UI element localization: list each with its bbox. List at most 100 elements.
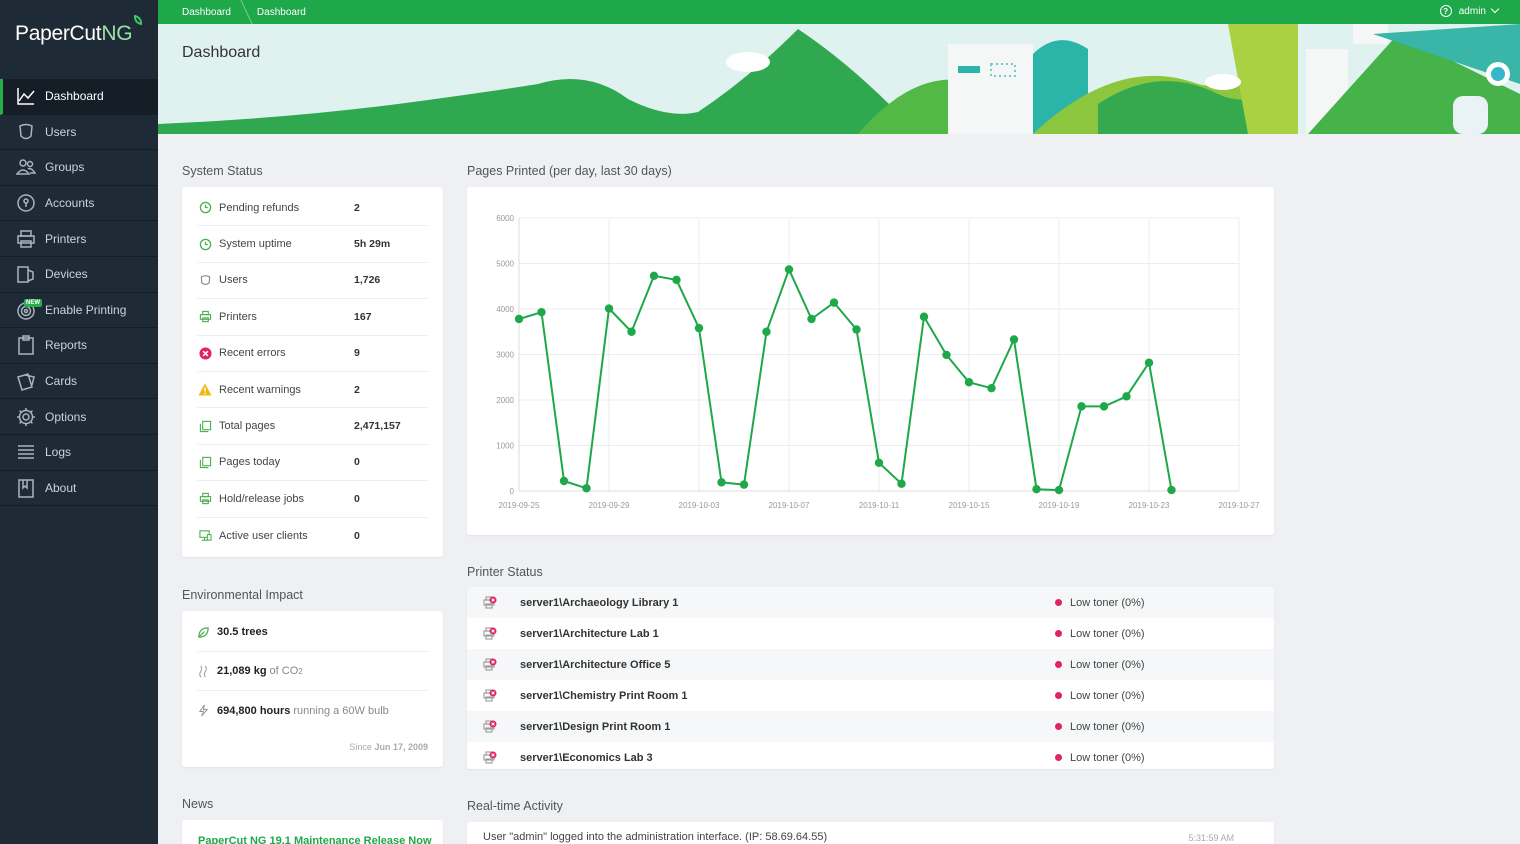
logo[interactable]: PaperCutNG: [0, 0, 158, 79]
sidebar-item-users[interactable]: Users: [0, 115, 158, 151]
printer-status-row[interactable]: server1\Archaeology Library 1 Low toner (…: [467, 587, 1274, 618]
sidebar-item-options[interactable]: Options: [0, 399, 158, 435]
printer-name[interactable]: server1\Design Print Room 1: [520, 721, 1055, 733]
data-point: [852, 325, 861, 334]
sidebar-item-accounts[interactable]: Accounts: [0, 186, 158, 222]
data-point: [807, 314, 816, 324]
x-tick-label: 2019-09-25: [499, 501, 540, 510]
status-row-active-clients: Active user clients 0: [197, 518, 428, 554]
printer-icon: [15, 228, 37, 250]
breadcrumb-item[interactable]: Dashboard: [182, 7, 239, 18]
clock-icon: [198, 237, 212, 251]
banner-illustration: [158, 24, 1520, 134]
printer-status-row[interactable]: server1\Architecture Office 5 Low toner (…: [467, 649, 1274, 680]
status-row-printers[interactable]: Printers 167: [197, 299, 428, 336]
y-tick-label: 6000: [496, 214, 514, 223]
printer-name[interactable]: server1\Architecture Office 5: [520, 659, 1055, 671]
data-point: [964, 378, 974, 387]
sidebar-item-groups[interactable]: Groups: [0, 150, 158, 186]
data-point: [1054, 485, 1064, 495]
status-value: 0: [354, 492, 360, 505]
sidebar-item-reports[interactable]: Reports: [0, 328, 158, 364]
status-value: 0: [354, 529, 360, 542]
sidebar-item-devices[interactable]: Devices: [0, 257, 158, 293]
top-bar: Dashboard Dashboard ? admin: [158, 0, 1520, 24]
printer-status-text: Low toner (0%): [1070, 596, 1145, 609]
since-date: Jun 17, 2009: [374, 742, 428, 752]
news-headline-link[interactable]: PaperCut NG 19.1 Maintenance Release Now: [182, 820, 443, 844]
gear-icon: [15, 406, 37, 428]
y-tick-label: 2000: [496, 396, 514, 405]
status-label: Total pages: [219, 420, 276, 433]
warning-icon: [198, 383, 212, 397]
status-row-pending-refunds[interactable]: Pending refunds 2: [197, 190, 428, 227]
status-label: Users: [219, 274, 248, 287]
printer-status-row[interactable]: server1\Design Print Room 1 Low toner (0%…: [467, 711, 1274, 742]
printer-error-icon: [483, 720, 497, 733]
y-tick-label: 0: [510, 487, 515, 496]
sidebar-item-label: Cards: [45, 374, 78, 389]
sidebar-item-printers[interactable]: Printers: [0, 221, 158, 257]
pages-printed-card: 0 1000 2000 3000 4000 5000 6000 2019-09-25 2019-…: [467, 187, 1274, 535]
printer-name[interactable]: server1\Architecture Lab 1: [520, 628, 1055, 640]
y-tick-label: 3000: [496, 351, 514, 360]
printer-status-row[interactable]: server1\Economics Lab 3 Low toner (0%): [467, 742, 1274, 769]
user-icon: [15, 121, 37, 143]
status-row-recent-warnings[interactable]: Recent warnings 2: [197, 372, 428, 409]
printer-name[interactable]: server1\Chemistry Print Room 1: [520, 690, 1055, 702]
breadcrumb: Dashboard Dashboard: [158, 0, 314, 24]
series-line: [518, 268, 1173, 492]
printer-status-text: Low toner (0%): [1070, 689, 1145, 702]
activity-message: User "admin" logged into the administrat…: [483, 831, 828, 843]
sidebar-item-label: Groups: [45, 160, 85, 175]
sidebar-item-label: Users: [45, 124, 77, 139]
printer-status-row[interactable]: server1\Chemistry Print Room 1 Low toner …: [467, 680, 1274, 711]
status-dot: [1055, 630, 1062, 637]
status-value: 2: [354, 383, 360, 396]
x-tick-label: 2019-10-07: [769, 501, 810, 510]
env-row-trees: 30.5 trees: [197, 613, 428, 652]
sidebar-item-logs[interactable]: Logs: [0, 435, 158, 471]
status-label: Recent warnings: [219, 383, 301, 396]
system-status-card: Pending refunds 2 System uptime 5h 29m U…: [182, 187, 443, 557]
sidebar-item-about[interactable]: About: [0, 471, 158, 507]
data-point: [537, 307, 546, 317]
status-row-recent-errors[interactable]: Recent errors 9: [197, 336, 428, 372]
monitor-icon: [198, 529, 212, 543]
status-row-pages-today: Pages today 0: [197, 445, 428, 482]
printer-error-icon: [483, 658, 497, 671]
printer-name[interactable]: server1\Archaeology Library 1: [520, 597, 1055, 609]
system-status-title: System Status: [182, 164, 263, 178]
data-point: [672, 275, 681, 285]
data-point: [1009, 335, 1019, 344]
data-point: [1099, 402, 1109, 411]
data-point: [919, 312, 929, 321]
status-row-users[interactable]: Users 1,726: [197, 263, 428, 300]
co2-value: 21,089 kg: [217, 665, 267, 677]
sidebar-item-dashboard[interactable]: Dashboard: [0, 79, 158, 115]
data-point: [604, 304, 614, 313]
x-tick-label: 2019-10-03: [679, 501, 720, 510]
data-point: [717, 478, 726, 487]
status-value: 2: [354, 201, 360, 214]
help-icon[interactable]: ?: [1439, 5, 1452, 17]
printer-error-icon: [483, 751, 497, 764]
status-value: 5h 29m: [354, 238, 391, 251]
sidebar-item-enable-printing[interactable]: NEW Enable Printing: [0, 293, 158, 329]
status-label: Printers: [219, 310, 257, 323]
status-label: System uptime: [219, 238, 292, 251]
breadcrumb-item-current: Dashboard: [256, 6, 306, 18]
printer-name[interactable]: server1\Economics Lab 3: [520, 752, 1055, 764]
data-point: [649, 271, 659, 280]
data-point: [829, 298, 839, 307]
printer-status-row[interactable]: server1\Architecture Lab 1 Low toner (0%): [467, 618, 1274, 649]
environmental-impact-card: 30.5 trees 21,089 kg of CO 2 694,800 hour…: [182, 611, 443, 767]
data-point: [559, 476, 569, 486]
user-menu[interactable]: ? admin: [1439, 4, 1500, 17]
status-row-hold-release[interactable]: Hold/release jobs 0: [197, 481, 428, 518]
printer-error-icon: [483, 596, 497, 609]
since-label: Since: [349, 742, 372, 752]
data-point: [1032, 484, 1041, 494]
sidebar-item-cards[interactable]: Cards: [0, 364, 158, 400]
status-row-uptime: System uptime 5h 29m: [197, 226, 428, 263]
